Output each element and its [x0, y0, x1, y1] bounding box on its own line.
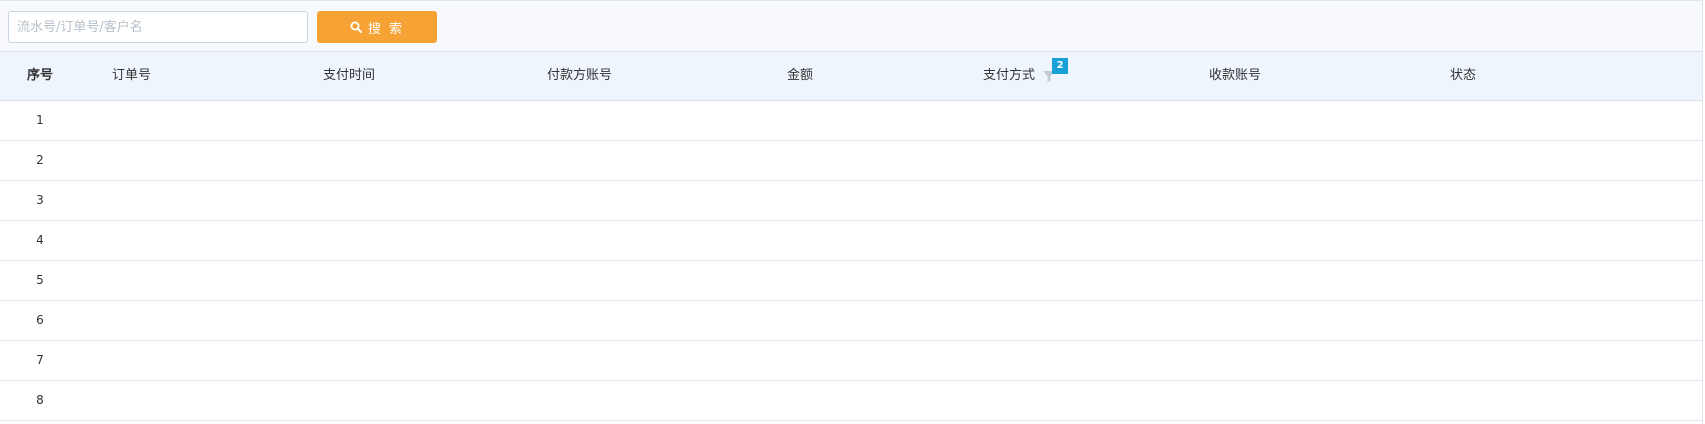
search-button-label: 搜 索: [367, 21, 405, 37]
search-toolbar: 搜 索: [0, 0, 1702, 51]
table-row[interactable]: 3: [0, 181, 1702, 221]
payments-table: 序号 订单号 支付时间 付款方账号 金额 支付方式 2 收款账号 状态 1 2 …: [0, 51, 1702, 421]
row-index: 3: [36, 193, 44, 207]
table-body: 1 2 3 4 5 6 7 8: [0, 101, 1702, 421]
header-index: 序号: [26, 68, 53, 83]
row-index: 7: [36, 353, 44, 367]
table-row[interactable]: 5: [0, 261, 1702, 301]
filter-count-badge: 2: [1052, 57, 1069, 74]
table-row[interactable]: 1: [0, 101, 1702, 141]
row-index: 6: [36, 313, 44, 327]
table-row[interactable]: 8: [0, 381, 1702, 421]
pay-method-filter[interactable]: 2: [1042, 57, 1069, 84]
app-frame: 搜 索 序号 订单号 支付时间 付款方账号 金额 支付方式 2 收款账号 状态: [0, 0, 1703, 424]
table-row[interactable]: 7: [0, 341, 1702, 381]
header-payer-account: 付款方账号: [547, 68, 613, 83]
header-pay-method: 支付方式 2: [983, 52, 1069, 100]
table-row[interactable]: 6: [0, 301, 1702, 341]
row-index: 1: [36, 113, 44, 127]
header-payee-account: 收款账号: [1209, 68, 1262, 83]
row-index: 5: [36, 273, 44, 287]
row-index: 4: [36, 233, 44, 247]
row-index: 2: [36, 153, 44, 167]
search-input[interactable]: [8, 11, 308, 43]
header-status: 状态: [1450, 68, 1477, 83]
header-amount: 金额: [787, 68, 814, 83]
header-pay-time: 支付时间: [323, 68, 376, 83]
header-pay-method-label: 支付方式: [983, 68, 1036, 83]
row-index: 8: [36, 393, 44, 407]
table-header: 序号 订单号 支付时间 付款方账号 金额 支付方式 2 收款账号 状态: [0, 51, 1702, 101]
search-icon: [350, 21, 362, 33]
table-row[interactable]: 2: [0, 141, 1702, 181]
table-row[interactable]: 4: [0, 221, 1702, 261]
search-button[interactable]: 搜 索: [317, 11, 437, 43]
header-order-no: 订单号: [112, 68, 152, 83]
